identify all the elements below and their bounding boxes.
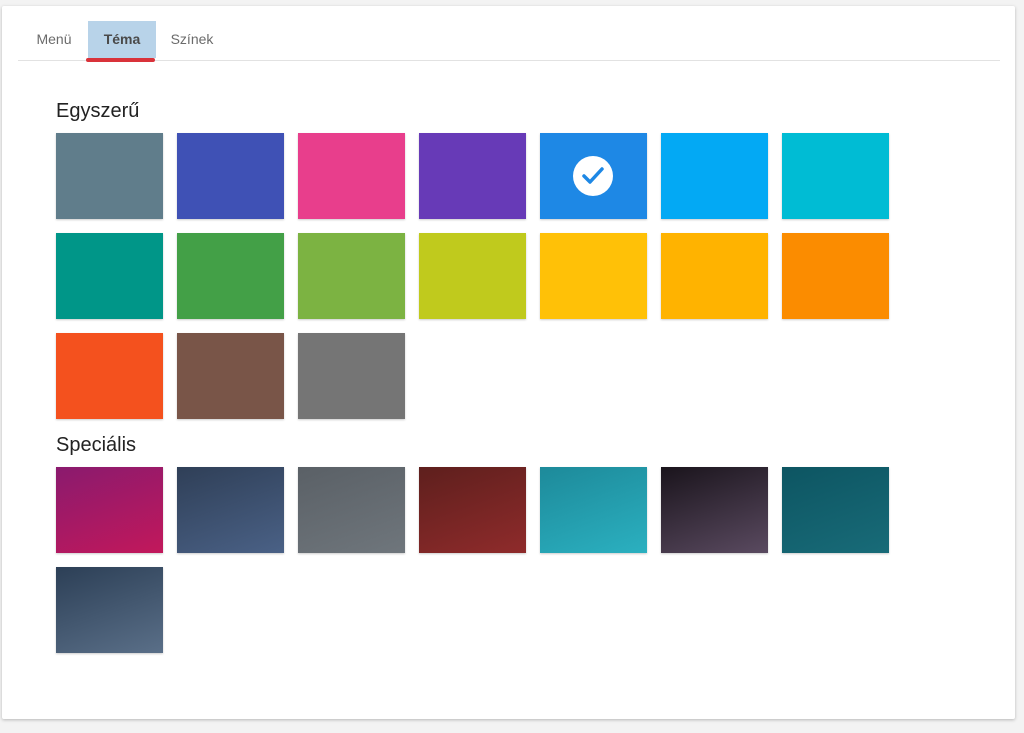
theme-swatch[interactable]: [661, 133, 768, 219]
theme-image-red-building[interactable]: [419, 467, 526, 553]
theme-swatch[interactable]: [298, 233, 405, 319]
selected-check-icon: [573, 156, 613, 196]
theme-swatch[interactable]: [661, 233, 768, 319]
theme-swatch[interactable]: [298, 333, 405, 419]
theme-image-magenta-gradient[interactable]: [56, 467, 163, 553]
theme-swatch[interactable]: [782, 133, 889, 219]
tab-menu[interactable]: Menü: [24, 21, 84, 58]
tab-colors[interactable]: Színek: [160, 21, 224, 58]
theme-image-teal-palm[interactable]: [782, 467, 889, 553]
theme-swatch[interactable]: [177, 233, 284, 319]
theme-image-night-lightning[interactable]: [661, 467, 768, 553]
theme-image-turquoise-clouds[interactable]: [540, 467, 647, 553]
theme-swatch[interactable]: [177, 133, 284, 219]
theme-swatch[interactable]: [298, 133, 405, 219]
theme-image-gray-skyscraper[interactable]: [56, 567, 163, 653]
active-tab-indicator: [86, 58, 155, 62]
theme-image-gray-pavement[interactable]: [298, 467, 405, 553]
simple-section-title: Egyszerű: [56, 100, 140, 122]
theme-image-stormy-sky[interactable]: [177, 467, 284, 553]
theme-swatch[interactable]: [419, 133, 526, 219]
theme-swatch[interactable]: [177, 333, 284, 419]
theme-swatch[interactable]: [782, 233, 889, 319]
theme-swatch[interactable]: [419, 233, 526, 319]
tab-bar: Menü Téma Színek: [18, 21, 1000, 61]
theme-swatch[interactable]: [56, 233, 163, 319]
theme-swatch[interactable]: [56, 133, 163, 219]
theme-swatch[interactable]: [540, 133, 647, 219]
theme-swatch[interactable]: [540, 233, 647, 319]
theme-swatch[interactable]: [56, 333, 163, 419]
special-section-title: Speciális: [56, 434, 137, 456]
tab-theme[interactable]: Téma: [88, 21, 156, 58]
